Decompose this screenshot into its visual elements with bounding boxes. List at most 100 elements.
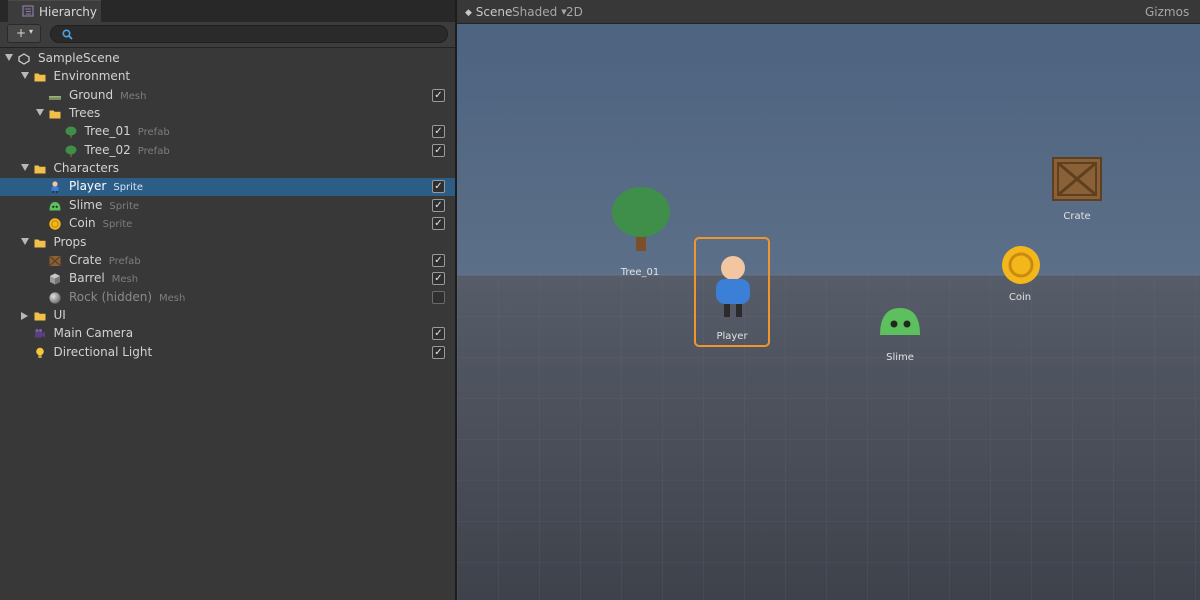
object-name: Props (53, 234, 87, 249)
hierarchy-row[interactable]: Environment (0, 68, 455, 86)
hierarchy-row[interactable]: Directional Light ✓ (0, 344, 455, 362)
active-toggle-checkbox[interactable]: ✓ (432, 253, 445, 267)
hierarchy-row[interactable]: Rock (hidden) Mesh ✓ (0, 289, 455, 307)
add-object-button[interactable]: + ▾ (7, 24, 41, 43)
hierarchy-tab-label: Hierarchy (39, 5, 98, 19)
active-toggle-checkbox[interactable]: ✓ (432, 143, 445, 157)
object-type-tag: Prefab (108, 255, 141, 267)
coin-sprite[interactable] (1001, 245, 1041, 285)
folder-icon (34, 71, 46, 83)
scene-viewport[interactable]: Tree_01 Player Slime Coin Crate (457, 24, 1200, 600)
active-toggle-checkbox[interactable]: ✓ (432, 180, 445, 194)
hierarchy-row[interactable]: Main Camera ✓ (0, 325, 455, 343)
object-name: Environment (53, 69, 131, 84)
object-name: Crate (69, 252, 102, 267)
expand-arrow-down-icon[interactable] (20, 237, 29, 245)
toggle-2d-button[interactable]: 2D (566, 5, 583, 19)
hierarchy-row-label: Coin Sprite (69, 216, 132, 230)
object-name: Rock (hidden) (69, 289, 153, 304)
hierarchy-row[interactable]: Slime Sprite ✓ (0, 197, 455, 215)
object-type-tag: Mesh (159, 292, 186, 304)
hierarchy-search-input[interactable] (50, 25, 448, 43)
slime-label: Slime (886, 352, 914, 363)
hierarchy-row-label: Slime Sprite (69, 198, 139, 212)
slime-sprite[interactable] (878, 307, 922, 337)
object-name: UI (53, 307, 66, 322)
hierarchy-list-icon (22, 5, 34, 17)
tab-hierarchy[interactable]: Hierarchy (8, 0, 101, 22)
dropdown-caret-icon: ▾ (29, 27, 34, 36)
hierarchy-row-label: Rock (hidden) Mesh (69, 290, 185, 304)
crate-sprite[interactable] (1052, 157, 1102, 201)
shading-mode-label: Shaded (512, 5, 558, 19)
hierarchy-row-label: Crate Prefab (69, 253, 141, 267)
player-sprite[interactable] (713, 256, 753, 320)
active-toggle-checkbox[interactable]: ✓ (432, 290, 445, 304)
object-name: Barrel (69, 271, 105, 286)
search-icon (62, 29, 73, 40)
gizmos-button[interactable]: Gizmos (1145, 5, 1189, 19)
expand-arrow-down-icon[interactable] (20, 164, 29, 172)
hierarchy-row[interactable]: Coin Sprite ✓ (0, 215, 455, 233)
player-label: Player (716, 331, 748, 342)
hierarchy-row-label: Ground Mesh (69, 88, 146, 102)
tree-sprite[interactable] (611, 187, 671, 253)
hierarchy-row[interactable]: Tree_01 Prefab ✓ (0, 123, 455, 141)
active-toggle-checkbox[interactable]: ✓ (432, 272, 445, 286)
object-type-tag: Sprite (102, 219, 133, 231)
shading-mode-dropdown[interactable]: Shaded ▼ (512, 5, 567, 19)
hierarchy-row[interactable]: Trees (0, 105, 455, 123)
tree-icon (65, 126, 77, 139)
tab-scene[interactable]: ◆ Scene (465, 5, 512, 19)
object-type-tag: Mesh (120, 90, 147, 102)
hierarchy-tab-bar: Hierarchy (0, 0, 455, 22)
active-toggle-checkbox[interactable]: ✓ (432, 327, 445, 341)
crate-label: Crate (1063, 211, 1091, 222)
tree-label: Tree_01 (620, 267, 660, 278)
hierarchy-row-label: Props (54, 235, 87, 249)
mesh-plane-icon (49, 90, 61, 102)
hierarchy-row[interactable]: Ground Mesh ✓ (0, 87, 455, 105)
hierarchy-row[interactable]: Crate Prefab ✓ (0, 252, 455, 270)
scene-toolbar: ◆ Scene Shaded ▼ 2D Gizmos (457, 0, 1200, 24)
hierarchy-row[interactable]: SampleScene (0, 50, 455, 68)
object-name: Slime (69, 197, 103, 212)
object-type-tag: Sprite (109, 200, 140, 212)
expand-arrow-down-icon[interactable] (5, 54, 13, 61)
object-name: Ground (69, 87, 114, 102)
hierarchy-row[interactable]: Props (0, 234, 455, 252)
active-toggle-checkbox[interactable]: ✓ (432, 125, 445, 139)
hierarchy-row-label: Tree_01 Prefab (85, 124, 170, 138)
object-name: Trees (69, 106, 101, 121)
hierarchy-row[interactable]: Characters (0, 160, 455, 178)
cube-icon (49, 273, 61, 285)
camera-icon (34, 328, 46, 340)
hierarchy-row-label: UI (54, 308, 66, 322)
hierarchy-row-label: Environment (54, 69, 131, 83)
expand-arrow-down-icon[interactable] (20, 72, 29, 80)
hierarchy-row[interactable]: Tree_02 Prefab ✓ (0, 142, 455, 160)
expand-arrow-right-icon[interactable] (20, 311, 28, 320)
object-name: Coin (69, 216, 96, 231)
object-type-tag: Prefab (137, 145, 170, 157)
crate-icon (49, 255, 61, 267)
hierarchy-row-label: Characters (54, 161, 120, 175)
object-name: SampleScene (38, 51, 120, 65)
object-name: Tree_02 (84, 142, 131, 157)
hierarchy-panel: Hierarchy + ▾ SampleScene Environment Grou… (0, 0, 455, 600)
expand-arrow-down-icon[interactable] (36, 109, 44, 117)
active-toggle-checkbox[interactable]: ✓ (432, 217, 445, 231)
light-icon (34, 347, 46, 359)
scene-tab-label: Scene (475, 5, 513, 19)
hierarchy-toolbar: + ▾ (0, 22, 455, 48)
hierarchy-row-label: Player Sprite (69, 179, 143, 193)
hierarchy-row[interactable]: UI (0, 307, 455, 325)
scene-background (457, 24, 1200, 600)
active-toggle-checkbox[interactable]: ✓ (432, 345, 445, 359)
active-toggle-checkbox[interactable]: ✓ (432, 88, 445, 102)
active-toggle-checkbox[interactable]: ✓ (432, 198, 445, 212)
coin-icon (49, 218, 61, 230)
hierarchy-row[interactable]: Player Sprite ✓ (0, 178, 455, 197)
hierarchy-row[interactable]: Barrel Mesh ✓ (0, 270, 455, 288)
folder-icon (34, 310, 46, 322)
